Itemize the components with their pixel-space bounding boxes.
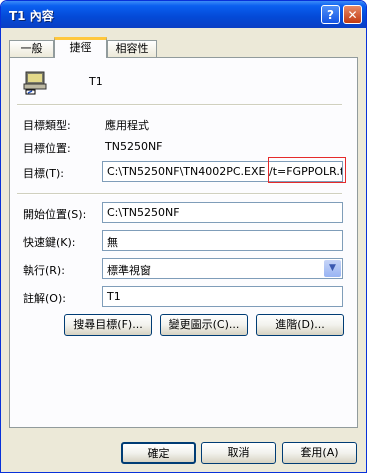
comment-field[interactable]: T1 [102,286,343,307]
shortcut-name: T1 [89,75,103,88]
target-location-value: TN5250NF [105,140,163,153]
divider-top [17,104,342,106]
target-value-main: C:\TN5250NF\TN4002PC.EXE /t= [107,165,287,178]
target-type-label: 目標類型: [23,119,71,132]
target-type-value: 應用程式 [105,119,149,132]
apply-button[interactable]: 套用(A) [282,442,357,464]
close-button[interactable]: ✕ [343,5,362,24]
chevron-down-icon[interactable]: ▼ [324,260,341,277]
change-icon-button[interactable]: 變更圖示(C)... [160,314,248,336]
start-in-field[interactable]: C:\TN5250NF [102,202,343,223]
divider-middle [17,193,342,195]
ok-button[interactable]: 確定 [121,442,196,464]
start-in-label: 開始位置(S): [23,208,87,221]
application-shortcut-icon [23,71,47,95]
run-select-value: 標準視窗 [107,264,151,277]
cancel-button[interactable]: 取消 [201,442,276,464]
target-location-label: 目標位置: [23,142,71,155]
run-select[interactable]: 標準視窗 ▼ [102,258,343,279]
shortcut-key-label: 快速鍵(K): [23,236,76,249]
target-label: 目標(T): [23,167,65,180]
tab-shortcut[interactable]: 捷徑 [54,37,107,58]
comment-label: 註解(O): [23,292,66,305]
shortcut-key-field[interactable]: 無 [102,230,343,251]
window-title: T1 內容 [9,9,54,23]
find-target-button[interactable]: 搜尋目標(F)... [64,314,152,336]
highlight-box [268,157,346,183]
properties-dialog: T1 內容 ? ✕ 一般 捷徑 相容性 T1 目標類型: 應用程式 目標位置: … [0,0,367,473]
advanced-button[interactable]: 進階(D)... [256,314,344,336]
tab-compatibility[interactable]: 相容性 [107,40,157,57]
tab-general[interactable]: 一般 [9,40,54,57]
help-button[interactable]: ? [321,5,340,24]
run-label: 執行(R): [23,264,65,277]
title-bar[interactable]: T1 內容 ? ✕ [1,1,366,28]
